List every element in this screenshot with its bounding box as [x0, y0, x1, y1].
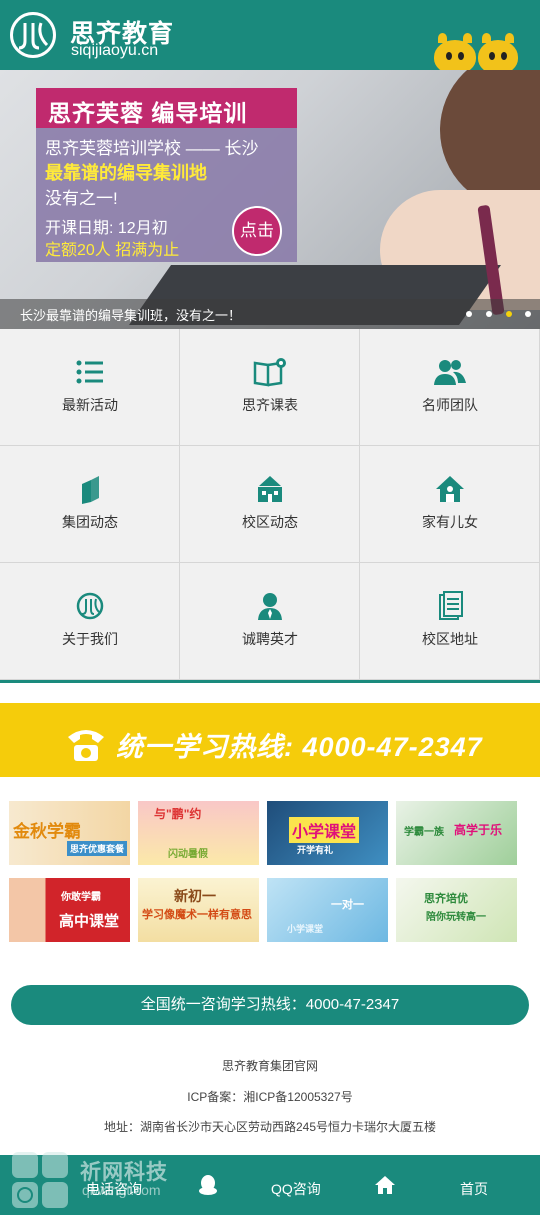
menu-label: 最新活动 — [62, 397, 118, 413]
menu-item-address[interactable]: 校区地址 — [360, 563, 540, 680]
carousel-dot-active[interactable] — [506, 311, 512, 317]
promo-thumbnail[interactable]: 一对一 小学课堂 — [267, 878, 388, 942]
promo-thumbnail[interactable]: 新初一 学习像魔术一样有意思 — [138, 878, 259, 942]
thumb-title: 一对一 — [331, 899, 364, 911]
footer-icp[interactable]: ICP备案：湘ICP备12005327号 — [0, 1088, 540, 1105]
brand-domain: siqijiaoyu.cn — [71, 42, 159, 59]
promo-thumbnail[interactable]: 与"鹏"约 闪动暑假 — [138, 801, 259, 865]
book-icon — [253, 358, 286, 387]
menu-label: 名师团队 — [422, 397, 478, 413]
promo-thumbnail[interactable]: 高中课堂 你敢学霸 — [9, 878, 130, 942]
menu-label: 集团动态 — [62, 514, 118, 530]
hotline-banner[interactable]: 统一学习热线: 4000-47-2347 — [0, 703, 540, 777]
footer-site-name: 思齐教育集团官网 — [221, 1059, 318, 1073]
thumb-sub: 学习像魔术一样有意思 — [142, 909, 252, 921]
menu-label: 思齐课表 — [242, 397, 298, 413]
thumb-sub: 小学课堂 — [287, 924, 324, 934]
menu-item-latest-activity[interactable]: 最新活动 — [0, 329, 180, 446]
promo-thumbnail[interactable]: 小学课堂 开学有礼 — [267, 801, 388, 865]
home-icon — [436, 476, 464, 502]
watermark: 祈网科技 qiwangt.com — [0, 1150, 180, 1215]
promo-quota: 定额20人 招满为止 — [45, 242, 180, 259]
thumb-sub: 你敢学霸 — [61, 892, 101, 903]
promo-title: 思齐芙蓉 编导培训 — [36, 88, 297, 128]
thumb-title: 金秋学霸 — [13, 822, 81, 841]
menu-label: 校区动态 — [242, 514, 298, 530]
header: 思齐教育 siqijiaoyu.cn — [0, 0, 540, 74]
thumb-sub: 闪动暑假 — [168, 849, 208, 860]
nav-qq-button[interactable]: QQ咨询 — [180, 1155, 360, 1215]
thumb-title: 新初一 — [174, 888, 216, 904]
promo-line: 思齐芙蓉培训学校 —— 长沙 — [45, 139, 259, 158]
carousel-dot[interactable] — [466, 311, 472, 317]
nav-home-button[interactable]: 首页 — [360, 1155, 540, 1215]
menu-label: 校区地址 — [422, 631, 478, 647]
nav-home-label: 首页 — [460, 1181, 488, 1197]
promo-card[interactable]: 思齐芙蓉 编导培训 思齐芙蓉培训学校 —— 长沙 最靠谱的编导集训地 没有之一!… — [36, 88, 297, 262]
menu-item-group-news[interactable]: 集团动态 — [0, 446, 180, 563]
menu-item-campus-news[interactable]: 校区动态 — [180, 446, 360, 563]
phone-icon — [68, 730, 104, 761]
mascot-icon — [478, 33, 518, 74]
banner-caption: 长沙最靠谱的编导集训班，没有之一！ — [20, 308, 242, 323]
team-icon — [434, 360, 466, 385]
banner-caption-bar: 长沙最靠谱的编导集训班，没有之一！ — [0, 299, 540, 329]
building-icon — [258, 476, 282, 502]
promo-thumbnail[interactable]: 思齐培优 陪你玩转高一 — [396, 878, 517, 942]
qq-penguin-icon — [199, 1175, 217, 1195]
hotline-text: 统一学习热线: 4000-47-2347 — [116, 732, 483, 762]
thumb-sub: 开学有礼 — [297, 845, 334, 855]
thumb-title: 思齐培优 — [424, 893, 468, 905]
promo-thumbnail[interactable]: 金秋学霸 思齐优惠套餐 — [9, 801, 130, 865]
menu-label: 关于我们 — [62, 631, 118, 647]
thumb-title: 高中课堂 — [59, 913, 120, 930]
menu-item-schedule[interactable]: 思齐课表 — [180, 329, 360, 446]
thumb-title: 学霸一族 — [404, 827, 444, 838]
logo-icon[interactable] — [10, 12, 56, 58]
menu-grid: 最新活动 思齐课表 名师团队 集团动态 校区动态 家有儿女 关于我们 诚聘英才 … — [0, 329, 540, 680]
list-icon — [76, 360, 103, 384]
menu-item-about[interactable]: 关于我们 — [0, 563, 180, 680]
promo-thumbnail[interactable]: 学霸一族 高学于乐 — [396, 801, 517, 865]
thumb-sub: 陪你玩转高一 — [426, 912, 486, 923]
thumb-title: 与"鹏"约 — [154, 807, 202, 821]
home-icon — [375, 1176, 395, 1194]
mascot-icon — [434, 33, 476, 74]
footer-address: 地址：湖南省长沙市天心区劳动西路245号恒力卡瑞尔大厦五楼 — [103, 1120, 437, 1134]
document-icon — [439, 591, 463, 620]
nav-qq-label: QQ咨询 — [271, 1181, 321, 1197]
menu-label: 诚聘英才 — [242, 631, 298, 647]
consult-hotline-button[interactable]: 全国统一咨询学习热线：4000-47-2347 — [11, 985, 529, 1025]
menu-item-teachers[interactable]: 名师团队 — [360, 329, 540, 446]
menu-item-family[interactable]: 家有儿女 — [360, 446, 540, 563]
logo-icon — [76, 592, 104, 620]
carousel-dot[interactable] — [486, 311, 492, 317]
carousel-dot[interactable] — [525, 311, 531, 317]
menu-label: 家有儿女 — [422, 514, 478, 530]
promo-highlight: 最靠谱的编导集训地 — [45, 163, 207, 183]
banner-photo-hair — [440, 70, 540, 210]
promo-date: 开课日期: 12月初 — [45, 220, 168, 237]
banner-carousel[interactable]: 思齐芙蓉 编导培训 思齐芙蓉培训学校 —— 长沙 最靠谱的编导集训地 没有之一!… — [0, 70, 540, 329]
person-icon — [258, 593, 282, 620]
menu-item-careers[interactable]: 诚聘英才 — [180, 563, 360, 680]
watermark-logo-icon — [12, 1152, 68, 1208]
thumb-sub: 思齐优惠套餐 — [67, 841, 128, 856]
watermark-url: qiwangt.com — [82, 1182, 161, 1198]
pages-icon — [82, 476, 99, 504]
thumb-title: 小学课堂 — [289, 817, 360, 843]
divider — [0, 680, 540, 683]
promo-line: 没有之一! — [45, 189, 118, 208]
promo-click-button[interactable]: 点击 — [232, 206, 282, 256]
thumb-sub: 高学于乐 — [454, 823, 503, 837]
